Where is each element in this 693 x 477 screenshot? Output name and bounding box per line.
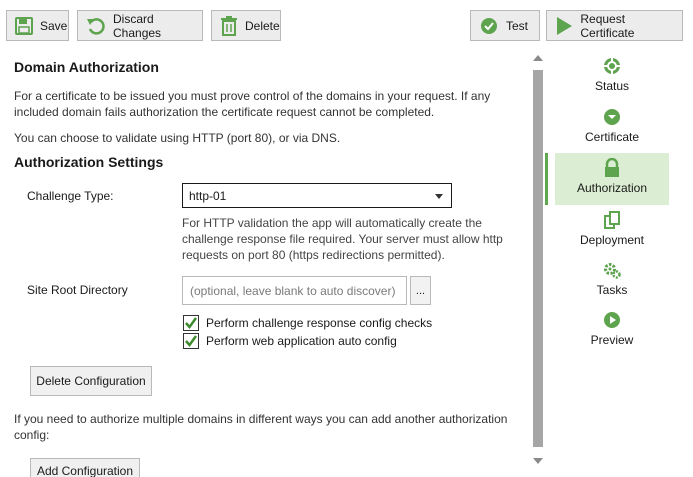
challenge-config-check-checkbox[interactable]: Perform challenge response config checks: [183, 315, 432, 331]
test-label: Test: [506, 18, 529, 33]
site-root-input[interactable]: (optional, leave blank to auto discover): [182, 276, 407, 305]
nav-item-deployment[interactable]: Deployment: [555, 210, 669, 248]
checkbox-checked-icon: [183, 315, 199, 331]
domain-authorization-description: For a certificate to be issued you must …: [14, 89, 491, 119]
nav-label-certificate: Certificate: [584, 130, 640, 144]
challenge-type-select[interactable]: http-01: [182, 183, 452, 208]
floppy-disk-icon: [15, 16, 33, 36]
validation-method-text: You can choose to validate using HTTP (p…: [14, 131, 341, 145]
authorization-settings-heading: Authorization Settings: [14, 154, 164, 170]
site-root-label: Site Root Directory: [27, 283, 128, 297]
challenge-config-check-label: Perform challenge response config checks: [206, 316, 433, 330]
deployment-icon: [602, 210, 622, 230]
toolbar: Save Discard Changes Delete Test Request…: [0, 0, 693, 50]
lock-icon: [602, 158, 622, 178]
nav-item-authorization[interactable]: Authorization: [555, 153, 669, 205]
vertical-scrollbar[interactable]: [531, 55, 545, 470]
browse-button[interactable]: ...: [410, 276, 431, 305]
status-icon: [602, 56, 622, 76]
nav-item-preview[interactable]: Preview: [555, 310, 669, 348]
nav-item-status[interactable]: Status: [555, 56, 669, 94]
trash-icon: [220, 15, 238, 36]
challenge-type-value: http-01: [189, 188, 227, 203]
auto-config-checkbox[interactable]: Perform web application auto config: [183, 333, 397, 349]
nav-item-certificate[interactable]: Certificate: [555, 107, 669, 145]
scroll-up-arrow-icon[interactable]: [533, 55, 543, 61]
delete-configuration-button[interactable]: Delete Configuration: [30, 366, 152, 396]
checkbox-checked-icon: [183, 333, 199, 349]
domain-authorization-heading: Domain Authorization: [14, 59, 159, 75]
nav-item-tasks[interactable]: Tasks: [555, 260, 669, 298]
site-root-placeholder: (optional, leave blank to auto discover): [190, 283, 396, 298]
section-nav: Status Certificate Authorization Deploym…: [545, 50, 693, 477]
add-configuration-button[interactable]: Add Configuration: [30, 458, 140, 477]
delete-label: Delete: [245, 18, 280, 33]
nav-label-status: Status: [594, 79, 630, 93]
scroll-down-arrow-icon[interactable]: [533, 458, 543, 464]
certificate-icon: [602, 107, 622, 127]
nav-label-deployment: Deployment: [579, 233, 645, 247]
discard-label: Discard Changes: [113, 11, 162, 40]
active-nav-indicator: [545, 153, 548, 205]
main-content: Domain Authorization For a certificate t…: [0, 50, 530, 477]
test-button[interactable]: Test: [470, 10, 540, 41]
dropdown-arrow-icon: [435, 194, 443, 199]
play-icon: [555, 16, 573, 36]
check-circle-icon: [479, 16, 499, 36]
multi-domain-text: If you need to authorize multiple domain…: [14, 412, 508, 442]
nav-label-preview: Preview: [590, 333, 634, 347]
discard-changes-button[interactable]: Discard Changes: [77, 10, 203, 41]
nav-label-authorization: Authorization: [576, 181, 648, 195]
play-circle-icon: [602, 310, 622, 330]
save-label: Save: [40, 18, 68, 33]
http-validation-help: For HTTP validation the app will automat…: [182, 216, 503, 262]
delete-button[interactable]: Delete: [211, 10, 281, 41]
save-button[interactable]: Save: [6, 10, 69, 41]
auto-config-label: Perform web application auto config: [206, 334, 397, 348]
request-certificate-button[interactable]: Request Certificate: [546, 10, 683, 41]
scroll-thumb[interactable]: [533, 70, 543, 447]
gears-icon: [602, 260, 622, 280]
nav-label-tasks: Tasks: [596, 283, 628, 297]
undo-icon: [86, 16, 106, 36]
request-label: Request Certificate: [580, 11, 635, 40]
challenge-type-label: Challenge Type:: [27, 189, 114, 203]
